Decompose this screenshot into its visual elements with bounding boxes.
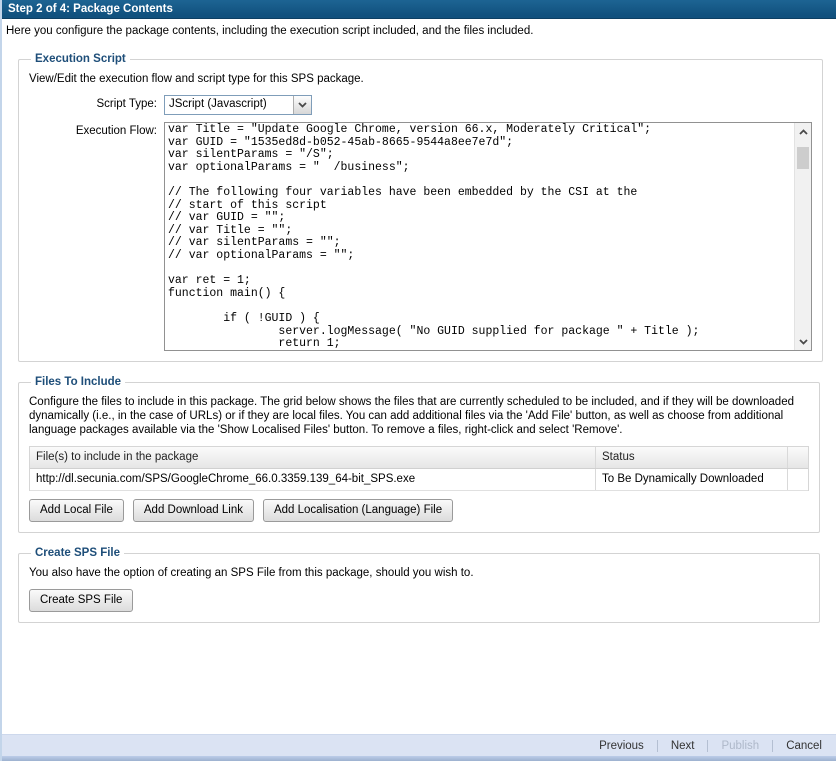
next-button[interactable]: Next bbox=[669, 740, 697, 752]
cancel-button[interactable]: Cancel bbox=[784, 740, 824, 752]
script-type-label: Script Type: bbox=[29, 95, 157, 110]
chevron-down-icon bbox=[799, 339, 808, 345]
step-title-bar: Step 2 of 4: Package Contents bbox=[2, 0, 836, 19]
footer-button-bar: Previous Next Publish Cancel bbox=[2, 734, 836, 756]
create-sps-description: You also have the option of creating an … bbox=[29, 566, 809, 580]
file-url-cell: http://dl.secunia.com/SPS/GoogleChrome_6… bbox=[30, 469, 596, 490]
execution-flow-code[interactable]: var Title = "Update Google Chrome, versi… bbox=[165, 123, 794, 350]
execution-flow-label: Execution Flow: bbox=[29, 122, 157, 137]
row-spacer bbox=[788, 469, 808, 490]
create-sps-section: Create SPS File You also have the option… bbox=[18, 547, 820, 623]
code-scrollbar[interactable] bbox=[794, 123, 811, 350]
file-status-cell: To Be Dynamically Downloaded bbox=[596, 469, 788, 490]
execution-flow-textarea[interactable]: var Title = "Update Google Chrome, versi… bbox=[164, 122, 812, 351]
footer-separator bbox=[707, 740, 708, 752]
table-row[interactable]: http://dl.secunia.com/SPS/GoogleChrome_6… bbox=[30, 469, 808, 491]
column-header-status[interactable]: Status bbox=[596, 447, 788, 468]
chevron-up-icon bbox=[799, 129, 808, 135]
footer-separator bbox=[772, 740, 773, 752]
create-sps-file-button[interactable]: Create SPS File bbox=[29, 589, 133, 612]
files-to-include-description: Configure the files to include in this p… bbox=[29, 395, 809, 437]
footer-bottom-strip bbox=[2, 756, 836, 761]
wizard-step-page: Step 2 of 4: Package Contents Here you c… bbox=[0, 0, 836, 761]
files-grid-header: File(s) to include in the package Status bbox=[30, 447, 808, 469]
files-to-include-section: Files To Include Configure the files to … bbox=[18, 376, 820, 533]
execution-script-section: Execution Script View/Edit the execution… bbox=[18, 53, 823, 362]
wizard-footer: Previous Next Publish Cancel bbox=[2, 734, 836, 761]
script-type-dropdown-button[interactable] bbox=[293, 96, 311, 114]
files-to-include-legend: Files To Include bbox=[31, 376, 125, 388]
scroll-down-button[interactable] bbox=[795, 333, 811, 350]
chevron-down-icon bbox=[298, 102, 307, 108]
files-grid: File(s) to include in the package Status… bbox=[29, 446, 809, 491]
add-localisation-file-button[interactable]: Add Localisation (Language) File bbox=[263, 499, 453, 522]
execution-script-description: View/Edit the execution flow and script … bbox=[29, 72, 812, 86]
column-header-file[interactable]: File(s) to include in the package bbox=[30, 447, 596, 468]
previous-button[interactable]: Previous bbox=[597, 740, 646, 752]
execution-script-legend: Execution Script bbox=[31, 53, 130, 65]
script-type-select[interactable]: JScript (Javascript) bbox=[164, 95, 312, 115]
scrollbar-thumb[interactable] bbox=[797, 147, 809, 169]
add-local-file-button[interactable]: Add Local File bbox=[29, 499, 124, 522]
create-sps-legend: Create SPS File bbox=[31, 547, 124, 559]
script-type-value: JScript (Javascript) bbox=[165, 96, 293, 114]
page-title: Step 2 of 4: Package Contents bbox=[8, 3, 173, 15]
footer-separator bbox=[657, 740, 658, 752]
column-header-spacer bbox=[788, 447, 808, 468]
scroll-up-button[interactable] bbox=[795, 123, 811, 140]
add-download-link-button[interactable]: Add Download Link bbox=[133, 499, 254, 522]
intro-text: Here you configure the package contents,… bbox=[2, 19, 836, 39]
publish-button: Publish bbox=[719, 740, 761, 752]
